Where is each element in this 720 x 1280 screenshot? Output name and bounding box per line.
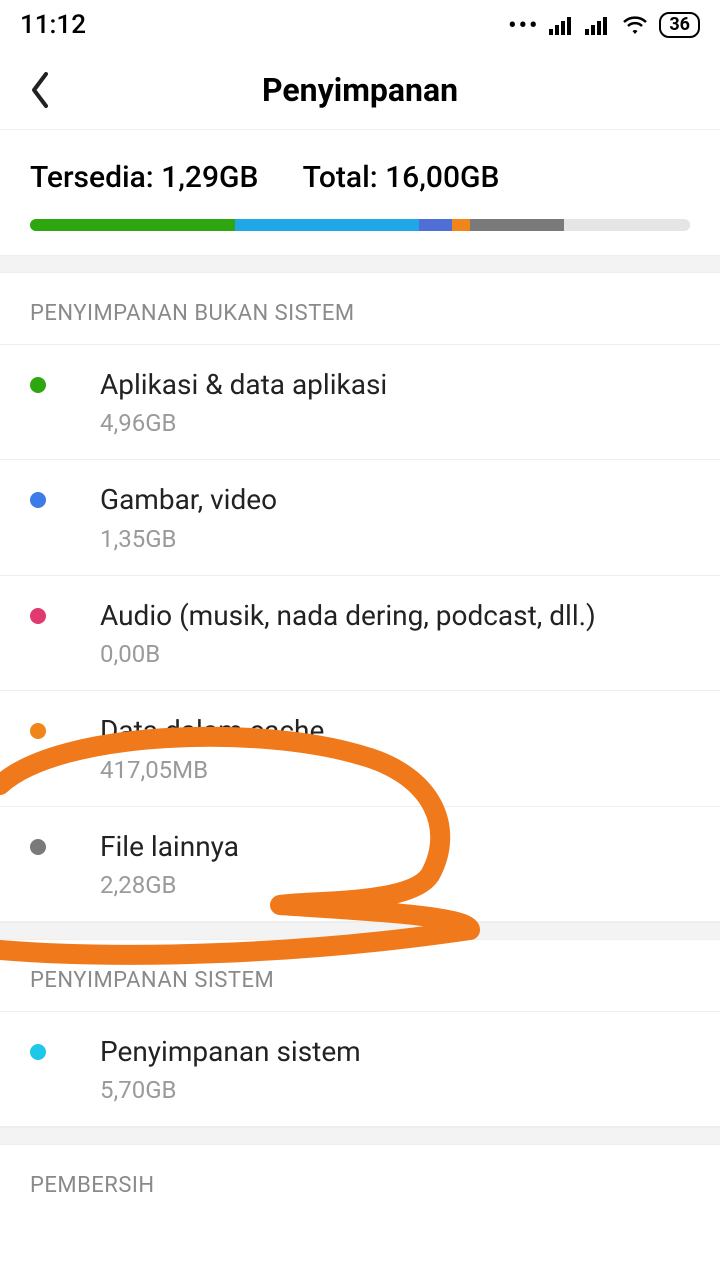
item-text: Audio (musik, nada dering, podcast, dll.… [100, 598, 690, 668]
summary-text: Tersedia: 1,29GB Total: 16,00GB [30, 160, 690, 195]
nonsystem-item[interactable]: File lainnya 2,28GB [0, 807, 720, 922]
category-dot-icon [30, 492, 46, 508]
section-header-system: PENYIMPANAN SISTEM [0, 940, 720, 1012]
dot-column [30, 1034, 100, 1060]
dot-column [30, 482, 100, 508]
bar-segment [470, 219, 564, 231]
category-dot-icon [30, 839, 46, 855]
dot-column [30, 598, 100, 624]
item-text: Gambar, video 1,35GB [100, 482, 690, 552]
bar-segment [419, 219, 452, 231]
dot-column [30, 829, 100, 855]
category-dot-icon [30, 608, 46, 624]
item-size: 2,28GB [100, 871, 690, 899]
section-header-nonsystem: PENYIMPANAN BUKAN SISTEM [0, 273, 720, 345]
item-text: Data dalam cache 417,05MB [100, 713, 690, 783]
item-text: File lainnya 2,28GB [100, 829, 690, 899]
dot-column [30, 713, 100, 739]
status-bar: 11:12 ••• 36 [0, 0, 720, 50]
storage-summary: Tersedia: 1,29GB Total: 16,00GB [0, 130, 720, 255]
category-dot-icon [30, 723, 46, 739]
item-size: 0,00B [100, 640, 690, 668]
section-gap [0, 1127, 720, 1145]
signal-icon [549, 15, 575, 35]
wifi-icon [621, 14, 649, 36]
total-value: 16,00GB [385, 160, 499, 195]
nonsystem-item[interactable]: Gambar, video 1,35GB [0, 460, 720, 575]
nonsystem-item[interactable]: Data dalam cache 417,05MB [0, 691, 720, 806]
dot-column [30, 367, 100, 393]
status-time: 11:12 [20, 10, 86, 40]
category-dot-icon [30, 377, 46, 393]
item-title: Penyimpanan sistem [100, 1034, 690, 1070]
item-title: Audio (musik, nada dering, podcast, dll.… [100, 598, 690, 634]
bar-segment [235, 219, 420, 231]
item-size: 417,05MB [100, 756, 690, 784]
section-header-cleaner: PEMBERSIH [0, 1145, 720, 1216]
item-title: Aplikasi & data aplikasi [100, 367, 690, 403]
back-button[interactable] [20, 70, 60, 110]
signal-icon [585, 15, 611, 35]
item-text: Aplikasi & data aplikasi 4,96GB [100, 367, 690, 437]
nonsystem-item[interactable]: Audio (musik, nada dering, podcast, dll.… [0, 576, 720, 691]
total-label: Total: [303, 160, 378, 195]
item-title: File lainnya [100, 829, 690, 865]
battery-icon: 36 [659, 12, 700, 38]
section-gap [0, 255, 720, 273]
chevron-left-icon [28, 70, 52, 110]
item-title: Gambar, video [100, 482, 690, 518]
bar-segment [452, 219, 469, 231]
nonsystem-item[interactable]: Aplikasi & data aplikasi 4,96GB [0, 345, 720, 460]
bar-segment [30, 219, 235, 231]
status-right: ••• 36 [508, 11, 700, 39]
available-label: Tersedia: [30, 160, 154, 195]
storage-bar [30, 219, 690, 231]
more-dots-icon: ••• [508, 11, 539, 39]
item-size: 4,96GB [100, 409, 690, 437]
available-value: 1,29GB [161, 160, 258, 195]
page-title: Penyimpanan [0, 71, 720, 109]
item-size: 1,35GB [100, 525, 690, 553]
section-gap [0, 922, 720, 940]
item-text: Penyimpanan sistem 5,70GB [100, 1034, 690, 1104]
app-header: Penyimpanan [0, 50, 720, 130]
system-item[interactable]: Penyimpanan sistem 5,70GB [0, 1012, 720, 1127]
item-size: 5,70GB [100, 1076, 690, 1104]
item-title: Data dalam cache [100, 713, 690, 749]
bar-segment [564, 219, 690, 231]
category-dot-icon [30, 1044, 46, 1060]
